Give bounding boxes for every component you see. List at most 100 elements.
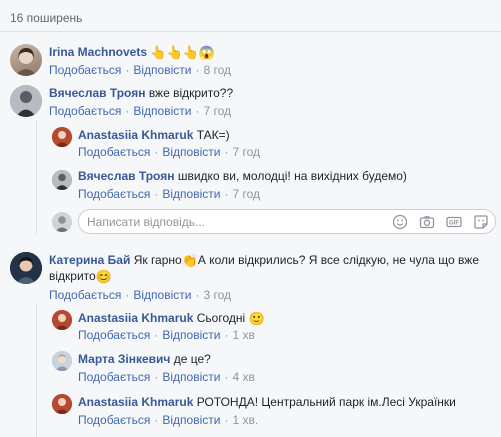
reply-text: РОТОНДА! Центральний парк ім.Лесі Україн… (196, 395, 456, 409)
comment-text-row: Катерина Бай Як гарно👏А коли відкрились?… (49, 252, 479, 268)
like-link[interactable]: Подобається (78, 145, 150, 159)
thread-line (36, 120, 37, 235)
divider (0, 31, 501, 32)
like-link[interactable]: Подобається (78, 370, 150, 384)
reply-actions: Подобається · Відповісти · 1 хв. (78, 412, 258, 428)
reply-time[interactable]: 4 хв (232, 370, 254, 384)
separator-dot: · (154, 370, 159, 384)
person-silhouette-icon (52, 310, 72, 330)
comment-actions: Подобається · Відповісти · 8 год (49, 62, 231, 78)
reply-text: Сьогодні (196, 311, 246, 325)
like-link[interactable]: Подобається (78, 328, 150, 342)
like-link[interactable]: Подобається (49, 104, 121, 118)
reply-author[interactable]: Марта Зінкевич (78, 352, 170, 366)
like-link[interactable]: Подобається (49, 63, 121, 77)
avatar (52, 212, 72, 232)
smile-emoji: 😊 (95, 269, 112, 284)
person-silhouette-icon (52, 351, 72, 371)
reply-text-row: Anastasiia Khmaruk РОТОНДА! Центральний … (78, 394, 456, 410)
separator-dot: · (224, 370, 229, 384)
comment-text-row: Irina Machnovets 👆👆👆😱 (49, 44, 215, 60)
comment-time[interactable]: 8 год (203, 63, 231, 77)
separator-dot: · (154, 328, 159, 342)
avatar[interactable] (52, 394, 72, 414)
reply-link[interactable]: Відповісти (133, 104, 191, 118)
separator-dot: · (125, 288, 130, 302)
gif-icon[interactable]: GIF (445, 213, 462, 230)
like-link[interactable]: Подобається (78, 187, 150, 201)
reply-time[interactable]: 1 хв. (232, 413, 258, 427)
reply-author[interactable]: Anastasiia Khmaruk (78, 128, 193, 142)
user-avatar-icon (52, 212, 72, 232)
avatar[interactable] (52, 170, 72, 190)
reply-text-row: Anastasiia Khmaruk ТАК=) (78, 127, 230, 143)
reply-link[interactable]: Відповісти (162, 328, 220, 342)
separator-dot: · (154, 413, 159, 427)
reply-actions: Подобається · Відповісти · 1 хв (78, 327, 255, 343)
separator-dot: · (224, 328, 229, 342)
reply-author[interactable]: Anastasiia Khmaruk (78, 395, 193, 409)
comment-author[interactable]: Катерина Бай (49, 253, 130, 267)
separator-dot: · (224, 413, 229, 427)
reply-link[interactable]: Відповісти (133, 63, 191, 77)
reply-text-row: Вячеслав Троян швидко ви, молодці! на ви… (78, 168, 407, 184)
reply-text: ТАК=) (196, 128, 230, 142)
comment-time[interactable]: 7 год (203, 104, 231, 118)
shares-count[interactable]: 16 поширень (10, 11, 82, 25)
reply-link[interactable]: Відповісти (162, 187, 220, 201)
like-link[interactable]: Подобається (49, 288, 121, 302)
comment-text: Як гарно (133, 253, 182, 267)
reply-link[interactable]: Відповісти (162, 370, 220, 384)
separator-dot: · (154, 187, 159, 201)
reply-time[interactable]: 7 год (232, 187, 260, 201)
separator-dot: · (224, 145, 229, 159)
avatar[interactable] (52, 127, 72, 147)
separator-dot: · (125, 63, 130, 77)
reply-link[interactable]: Відповісти (162, 145, 220, 159)
reply-author[interactable]: Вячеслав Троян (78, 169, 174, 183)
person-silhouette-icon (15, 48, 37, 76)
comment-actions: Подобається · Відповісти · 3 год (49, 287, 231, 303)
comment-text: А коли відкрились? Я все слідкую, не чул… (197, 253, 479, 267)
separator-dot: · (195, 288, 200, 302)
comment-time[interactable]: 3 год (203, 288, 231, 302)
reply-text-row: Anastasiia Khmaruk Сьогодні 🙂 (78, 310, 265, 326)
reply-actions: Подобається · Відповісти · 4 хв (78, 369, 255, 385)
avatar[interactable] (10, 44, 42, 76)
avatar[interactable] (10, 85, 42, 117)
camera-icon[interactable] (418, 213, 435, 230)
person-silhouette-icon (52, 170, 72, 190)
reply-author[interactable]: Anastasiia Khmaruk (78, 311, 193, 325)
separator-dot: · (195, 63, 200, 77)
comment-text: 👆👆👆😱 (150, 45, 216, 60)
svg-text:GIF: GIF (449, 220, 459, 226)
separator-dot: · (195, 104, 200, 118)
separator-dot: · (224, 187, 229, 201)
reply-time[interactable]: 7 год (232, 145, 260, 159)
reply-text-row: Марта Зінкевич де це? (78, 351, 211, 367)
reply-input[interactable]: Написати відповідь... GIF (78, 209, 496, 234)
avatar[interactable] (52, 310, 72, 330)
reply-link[interactable]: Відповісти (133, 288, 191, 302)
thread-line (36, 305, 37, 437)
avatar[interactable] (52, 351, 72, 371)
smile-emoji: 🙂 (248, 311, 265, 326)
comment-author[interactable]: Irina Machnovets (49, 45, 147, 59)
reply-time[interactable]: 1 хв (232, 328, 254, 342)
reply-input-placeholder: Написати відповідь... (87, 215, 205, 229)
comment-actions: Подобається · Відповісти · 7 год (49, 103, 231, 119)
reply-link[interactable]: Відповісти (162, 413, 220, 427)
reply-actions: Подобається · Відповісти · 7 год (78, 186, 260, 202)
reply-text: швидко ви, молодці! на вихідних будемо) (177, 169, 407, 183)
person-silhouette-icon (52, 127, 72, 147)
comment-author[interactable]: Вячеслав Троян (49, 86, 145, 100)
comment-text: вже відкрито?? (148, 86, 234, 100)
avatar[interactable] (10, 252, 42, 284)
comment-text-row: відкрито😊 (49, 268, 112, 284)
like-link[interactable]: Подобається (78, 413, 150, 427)
clap-emoji: 👏 (181, 253, 198, 268)
smiley-icon[interactable] (391, 213, 408, 230)
sticker-icon[interactable] (472, 213, 489, 230)
person-silhouette-icon (10, 252, 42, 284)
comment-text: відкрито (49, 269, 96, 283)
